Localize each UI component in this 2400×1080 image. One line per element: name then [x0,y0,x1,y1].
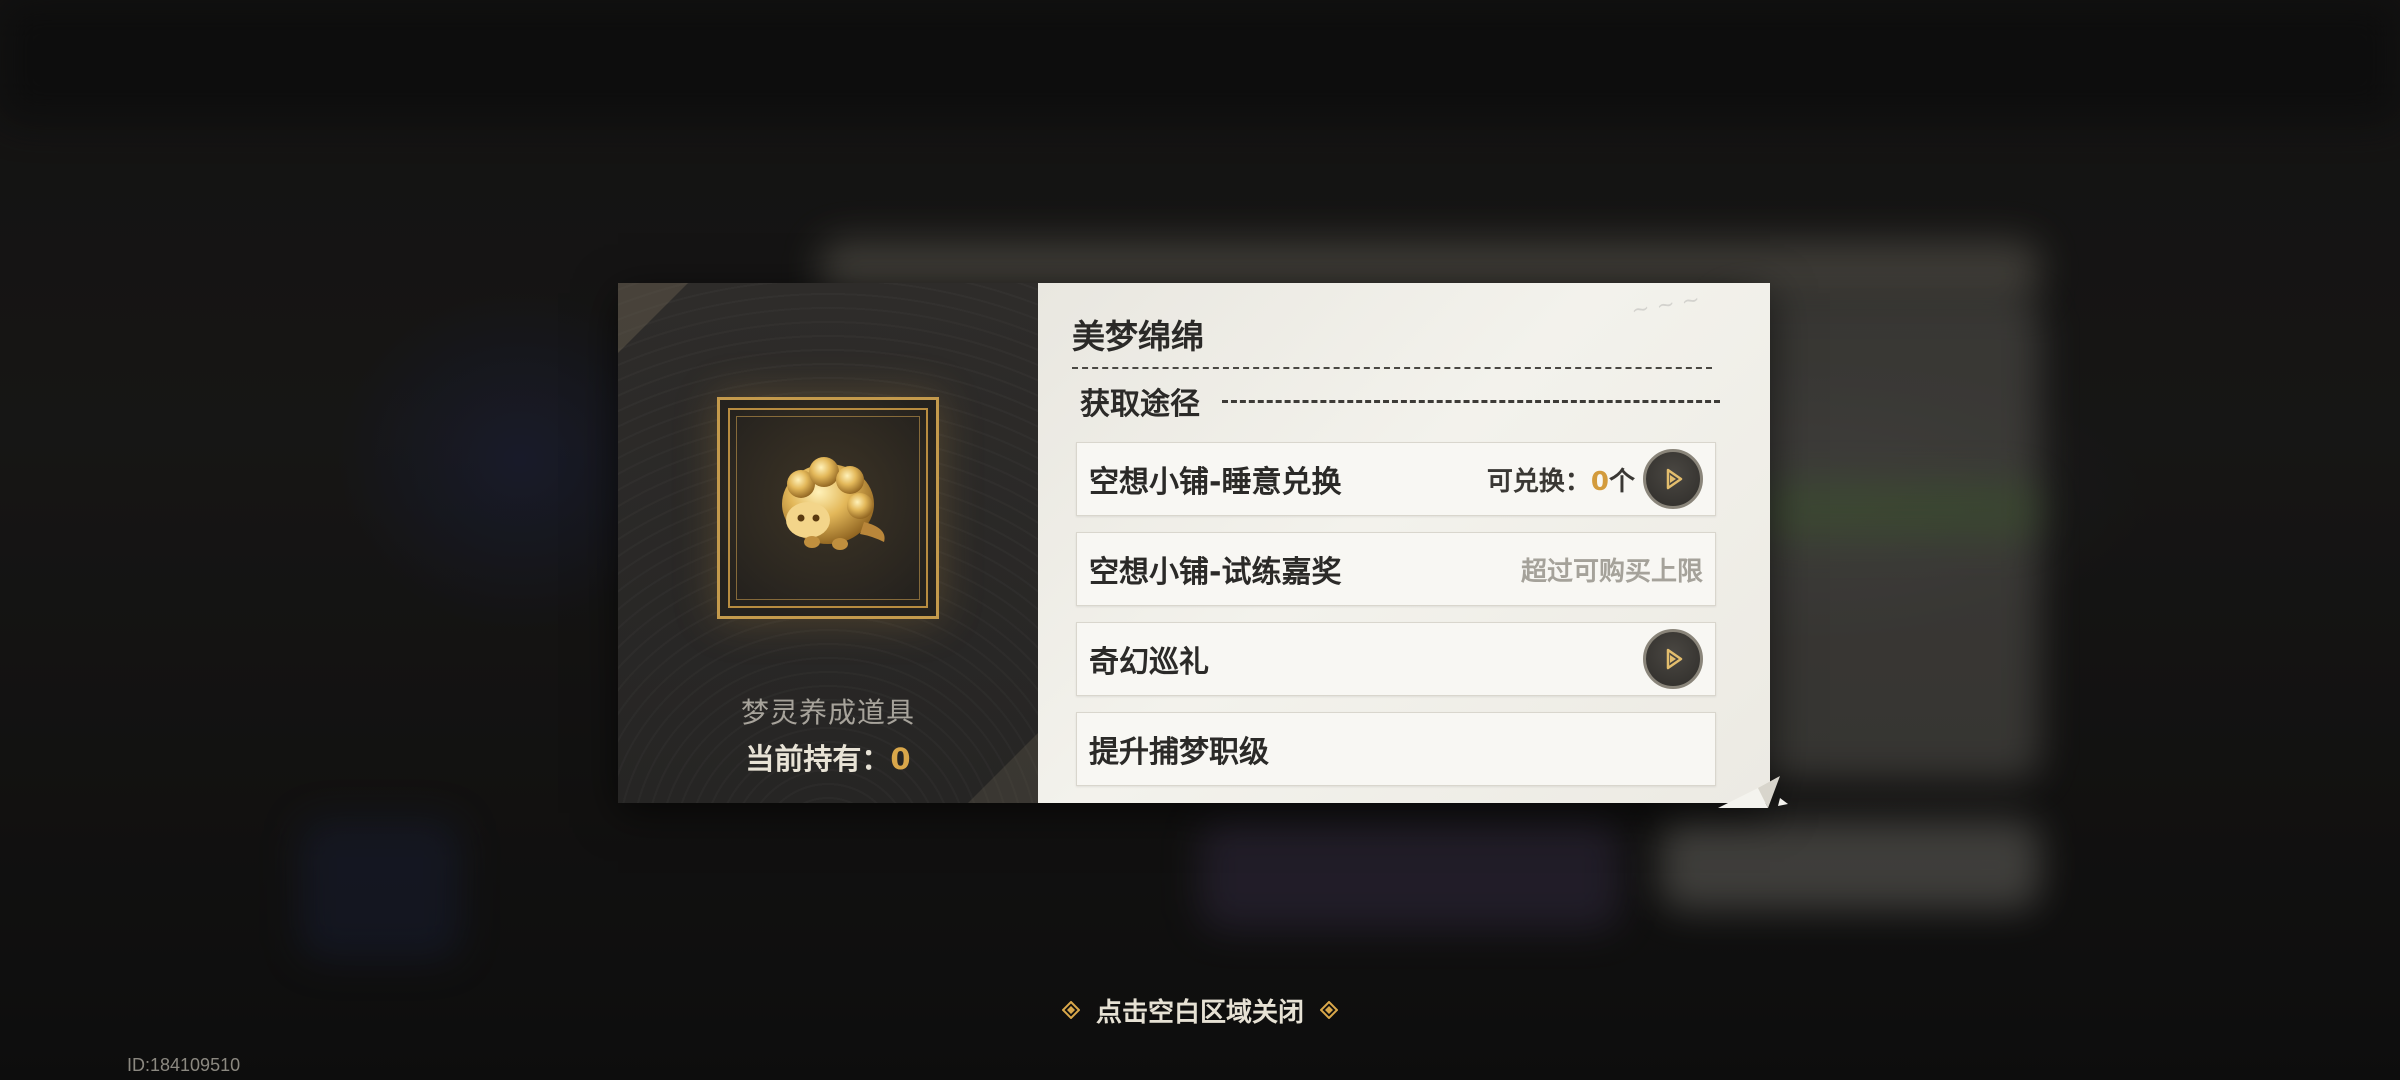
play-arrow-icon [1666,648,1683,670]
golden-sheep-icon [782,457,885,550]
paper-corner-ornament [1718,776,1788,808]
row-status: 超过可购买上限 [1521,551,1703,588]
diamond-icon [1320,1001,1338,1019]
close-hint-text: 点击空白区域关闭 [1095,997,1304,1028]
source-row-fantasy-tour[interactable]: 奇幻巡礼 [1076,622,1716,696]
item-category: 梦灵养成道具 [740,696,915,729]
exchange-unit: 个 [1608,466,1635,497]
item-icon-frame [717,397,939,619]
sources-heading: 获取途径 [1080,381,1720,422]
source-row-dream-exchange[interactable]: 空想小铺-睡意兑换 可兑换：0个 [1076,442,1716,516]
divider [1222,399,1720,403]
go-button[interactable] [1643,449,1703,509]
close-hint: 点击空白区域关闭 [0,990,2400,1030]
item-detail-dialog: 梦灵养成道具 当前持有：0 ~ ~ ~ 美梦绵绵 获取途径 空想小铺-睡意兑换 … [618,283,1788,808]
exchange-value: 0 [1590,466,1609,497]
exchange-label: 可兑换： [1486,466,1591,497]
holding-label: 当前持有： [745,742,891,776]
source-row-rank-up[interactable]: 提升捕梦职级 [1076,712,1716,786]
limit-status: 超过可购买上限 [1520,556,1703,587]
item-preview-panel: 梦灵养成道具 当前持有：0 [618,283,1038,803]
decorative-scribble: ~ ~ ~ [1629,287,1702,324]
item-title: 美梦绵绵 [1072,317,1204,356]
item-info-panel: ~ ~ ~ 美梦绵绵 获取途径 空想小铺-睡意兑换 可兑换：0个 空想小铺-试练… [1038,283,1770,803]
corner-ornament [618,283,688,353]
source-label: 空想小铺-睡意兑换 [1089,465,1342,500]
source-row-trial-reward[interactable]: 空想小铺-试练嘉奖 超过可购买上限 [1076,532,1716,606]
diamond-icon [1061,1001,1080,1019]
exchange-count: 可兑换：0个 [1487,461,1635,498]
row-actions [1635,629,1703,689]
divider [1072,367,1712,369]
source-label: 奇幻巡礼 [1089,645,1209,680]
holding-value: 0 [890,742,911,776]
holding-count: 当前持有：0 [618,736,1038,778]
source-label: 空想小铺-试练嘉奖 [1089,555,1342,590]
play-arrow-icon [1666,468,1683,490]
source-label: 提升捕梦职级 [1089,735,1269,770]
go-button[interactable] [1643,629,1703,689]
exchange-info: 可兑换：0个 [1487,449,1703,509]
sources-heading-label: 获取途径 [1080,387,1200,422]
user-id-label: ID:184109510 [127,1055,241,1075]
